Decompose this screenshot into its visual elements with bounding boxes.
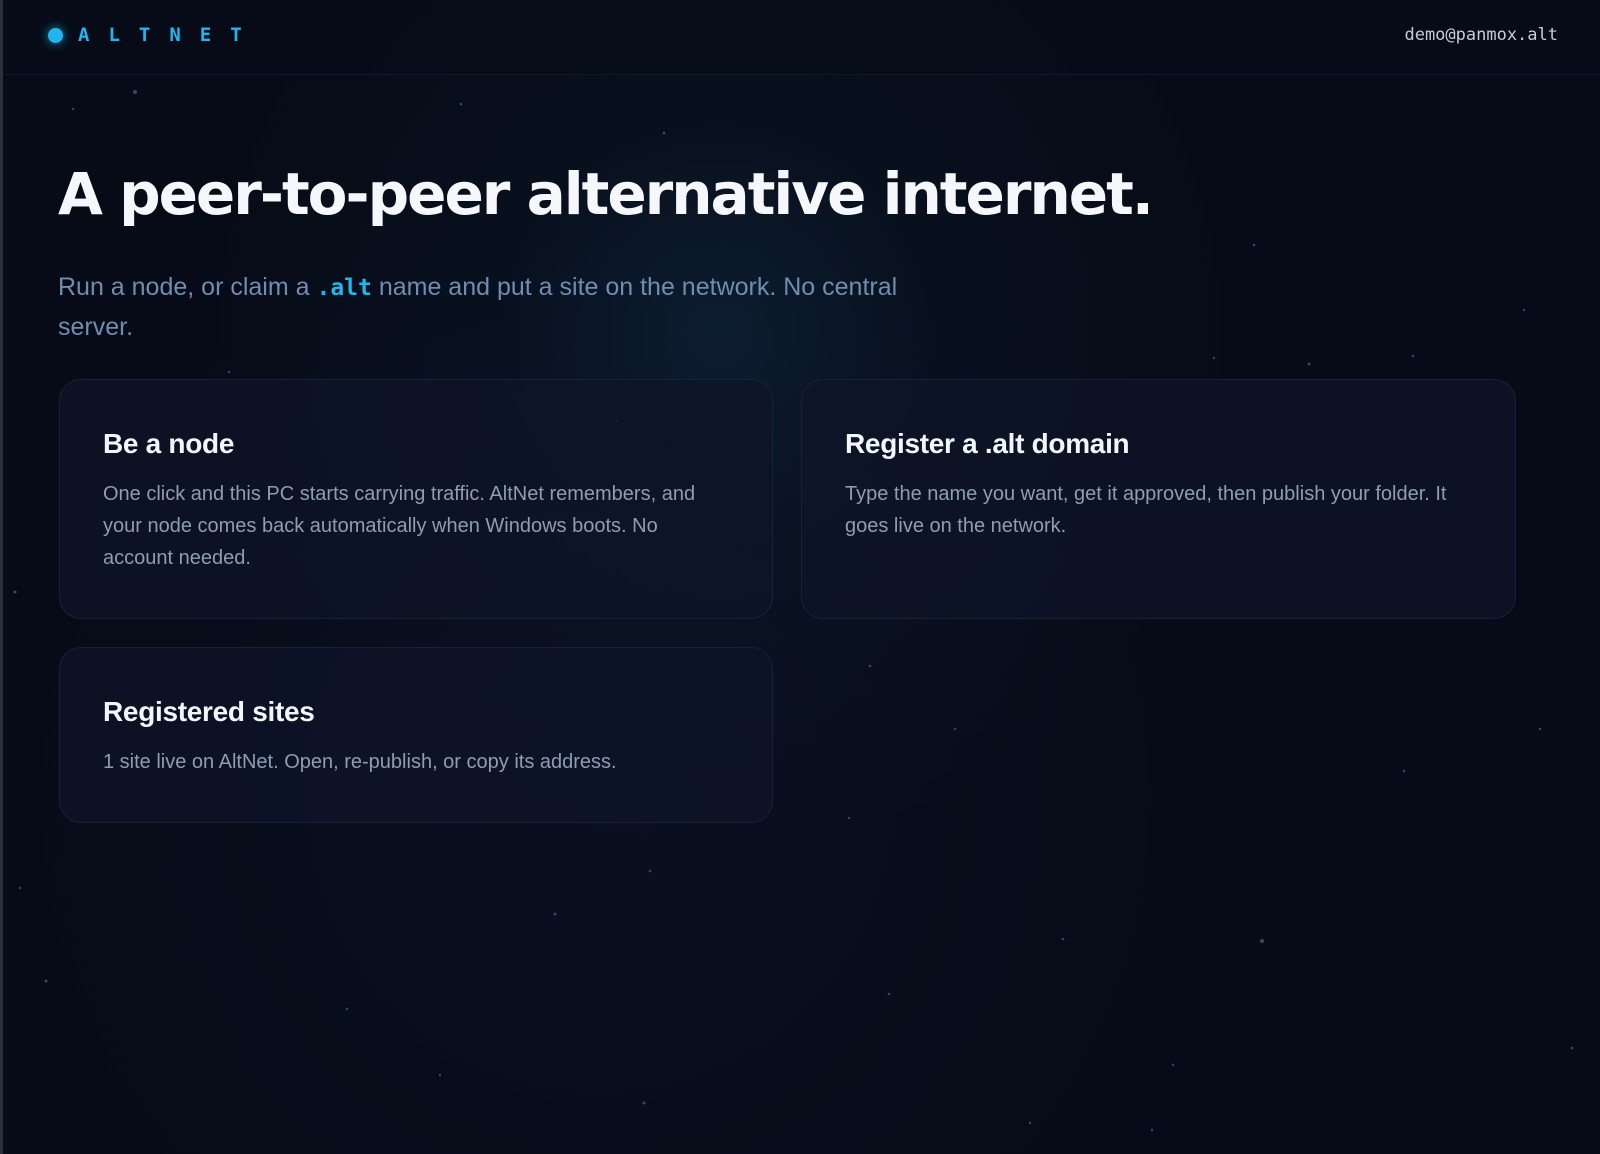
card-title: Registered sites	[103, 696, 315, 727]
card-title: Be a node	[103, 428, 235, 459]
card-description: Type the name you want, get it approved,…	[845, 483, 1447, 537]
page-title: A peer-to-peer alternative internet.	[58, 160, 1154, 228]
card-description: One click and this PC starts carrying tr…	[103, 483, 696, 569]
brand-name: ALTNET	[78, 24, 261, 46]
page-subtitle: Run a node, or claim a .alt name and put…	[58, 268, 898, 347]
be-a-node-card[interactable]: Be a node One click and this PC starts c…	[59, 379, 773, 619]
registered-sites-card[interactable]: Registered sites 1 site live on AltNet. …	[59, 647, 773, 823]
subtitle-text-start: Run a node, or claim a	[58, 273, 317, 301]
account-email[interactable]: demo@panmox.alt	[1404, 25, 1558, 45]
status-dot-icon	[48, 27, 63, 43]
brand-logo[interactable]: ALTNET	[48, 24, 261, 46]
alt-tld-highlight: .alt	[316, 275, 372, 301]
card-description: 1 site live on AltNet. Open, re-publish,…	[103, 751, 617, 773]
top-bar: ALTNET demo@panmox.alt	[3, 0, 1600, 75]
card-title: Register a .alt domain	[845, 428, 1130, 459]
register-domain-card[interactable]: Register a .alt domain Type the name you…	[801, 379, 1516, 619]
app-window: ALTNET demo@panmox.alt A peer-to-peer al…	[0, 0, 1600, 1154]
